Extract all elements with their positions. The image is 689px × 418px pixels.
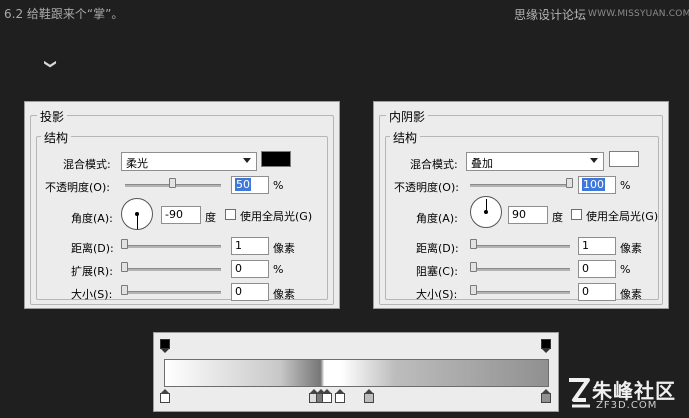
- blend-mode-value: 叠加: [471, 157, 493, 170]
- blend-mode-select[interactable]: 叠加: [466, 152, 604, 171]
- inner-shadow-title: 内阴影: [386, 108, 429, 125]
- opacity-stop-left[interactable]: [160, 339, 170, 353]
- global-light-checkbox[interactable]: [225, 209, 236, 220]
- opacity-label: 不透明度(O):: [394, 181, 459, 194]
- global-light-checkbox[interactable]: [571, 209, 582, 220]
- blend-mode-label: 混合模式:: [63, 158, 111, 171]
- drop-shadow-structure-label: 结构: [41, 129, 72, 146]
- spread-unit: %: [273, 263, 284, 276]
- opacity-stop-right[interactable]: [541, 339, 551, 353]
- distance-unit: 像素: [273, 242, 295, 255]
- opacity-slider-thumb[interactable]: [169, 178, 176, 188]
- watermark-site-url: WWW.MISSYUAN.COM: [588, 9, 689, 19]
- angle-unit: 度: [552, 211, 563, 224]
- step-caption: 6.2 给鞋跟来个“掌”。: [4, 7, 124, 21]
- distance-input[interactable]: 1: [578, 237, 616, 255]
- drop-shadow-title: 投影: [37, 108, 68, 125]
- color-stop[interactable]: [160, 389, 170, 403]
- distance-unit: 像素: [620, 242, 642, 255]
- size-input[interactable]: 0: [231, 283, 269, 301]
- size-unit: 像素: [620, 288, 642, 301]
- angle-dial[interactable]: [470, 196, 502, 228]
- angle-unit: 度: [205, 211, 216, 224]
- zf3d-logo-icon: [569, 378, 590, 408]
- drop-shadow-panel: 投影 结构 混合模式: 柔光 不透明度(O): 50 % 角度(A): -90 …: [24, 101, 340, 309]
- distance-slider-track[interactable]: [121, 245, 221, 248]
- shadow-color-swatch[interactable]: [261, 151, 291, 167]
- global-light-label: 使用全局光(G): [586, 210, 659, 223]
- size-slider-track[interactable]: [470, 291, 570, 294]
- spread-label: 扩展(R):: [71, 265, 113, 278]
- spread-input[interactable]: 0: [231, 260, 269, 278]
- gradient-preview-bar[interactable]: [164, 359, 549, 387]
- color-stop[interactable]: [322, 389, 332, 403]
- angle-input[interactable]: 90: [508, 206, 548, 224]
- opacity-unit: %: [620, 179, 631, 192]
- distance-slider-thumb[interactable]: [121, 239, 128, 249]
- angle-label: 角度(A):: [71, 212, 113, 225]
- blend-mode-select[interactable]: 柔光: [121, 152, 257, 171]
- opacity-unit: %: [273, 179, 284, 192]
- blend-mode-value: 柔光: [126, 157, 148, 170]
- opacity-label: 不透明度(O):: [45, 181, 110, 194]
- watermark-site-name: 思缘设计论坛: [514, 8, 587, 22]
- opacity-input[interactable]: 50: [231, 176, 269, 194]
- distance-label: 距离(D):: [416, 242, 459, 255]
- blend-mode-label: 混合模式:: [410, 158, 458, 171]
- color-stop[interactable]: [335, 389, 345, 403]
- size-input[interactable]: 0: [578, 283, 616, 301]
- color-stop[interactable]: [364, 389, 374, 403]
- inner-shadow-structure-label: 结构: [390, 129, 421, 146]
- chevron-down-icon: [590, 158, 598, 163]
- angle-label: 角度(A):: [416, 212, 458, 225]
- choke-slider-thumb[interactable]: [470, 262, 477, 272]
- opacity-slider-track[interactable]: [470, 184, 570, 187]
- distance-slider-thumb[interactable]: [470, 239, 477, 249]
- choke-input[interactable]: 0: [578, 260, 616, 278]
- choke-label: 阻塞(C):: [416, 265, 458, 278]
- size-label: 大小(S):: [416, 288, 458, 301]
- opacity-input[interactable]: 100: [578, 176, 616, 194]
- choke-unit: %: [620, 263, 631, 276]
- distance-label: 距离(D):: [71, 242, 114, 255]
- color-stop[interactable]: [541, 389, 551, 403]
- chevron-down-icon: ❯: [44, 58, 59, 70]
- distance-input[interactable]: 1: [231, 237, 269, 255]
- inner-shadow-panel: 内阴影 结构 混合模式: 叠加 不透明度(O): 100 % 角度(A): 90…: [373, 101, 669, 309]
- opacity-slider-thumb[interactable]: [566, 178, 573, 188]
- logo-domain: ZF3D.COM: [596, 400, 658, 411]
- chevron-down-icon: [243, 158, 251, 163]
- gradient-editor: [153, 332, 559, 412]
- global-light-label: 使用全局光(G): [240, 210, 313, 223]
- size-slider-thumb[interactable]: [121, 285, 128, 295]
- spread-slider-track[interactable]: [121, 268, 221, 271]
- size-unit: 像素: [273, 288, 295, 301]
- choke-slider-track[interactable]: [470, 268, 570, 271]
- angle-dial[interactable]: [121, 198, 153, 230]
- spread-slider-thumb[interactable]: [121, 262, 128, 272]
- size-label: 大小(S):: [71, 288, 113, 301]
- size-slider-track[interactable]: [121, 291, 221, 294]
- size-slider-thumb[interactable]: [470, 285, 477, 295]
- shadow-color-swatch[interactable]: [609, 151, 639, 167]
- distance-slider-track[interactable]: [470, 245, 570, 248]
- angle-input[interactable]: -90: [161, 206, 201, 224]
